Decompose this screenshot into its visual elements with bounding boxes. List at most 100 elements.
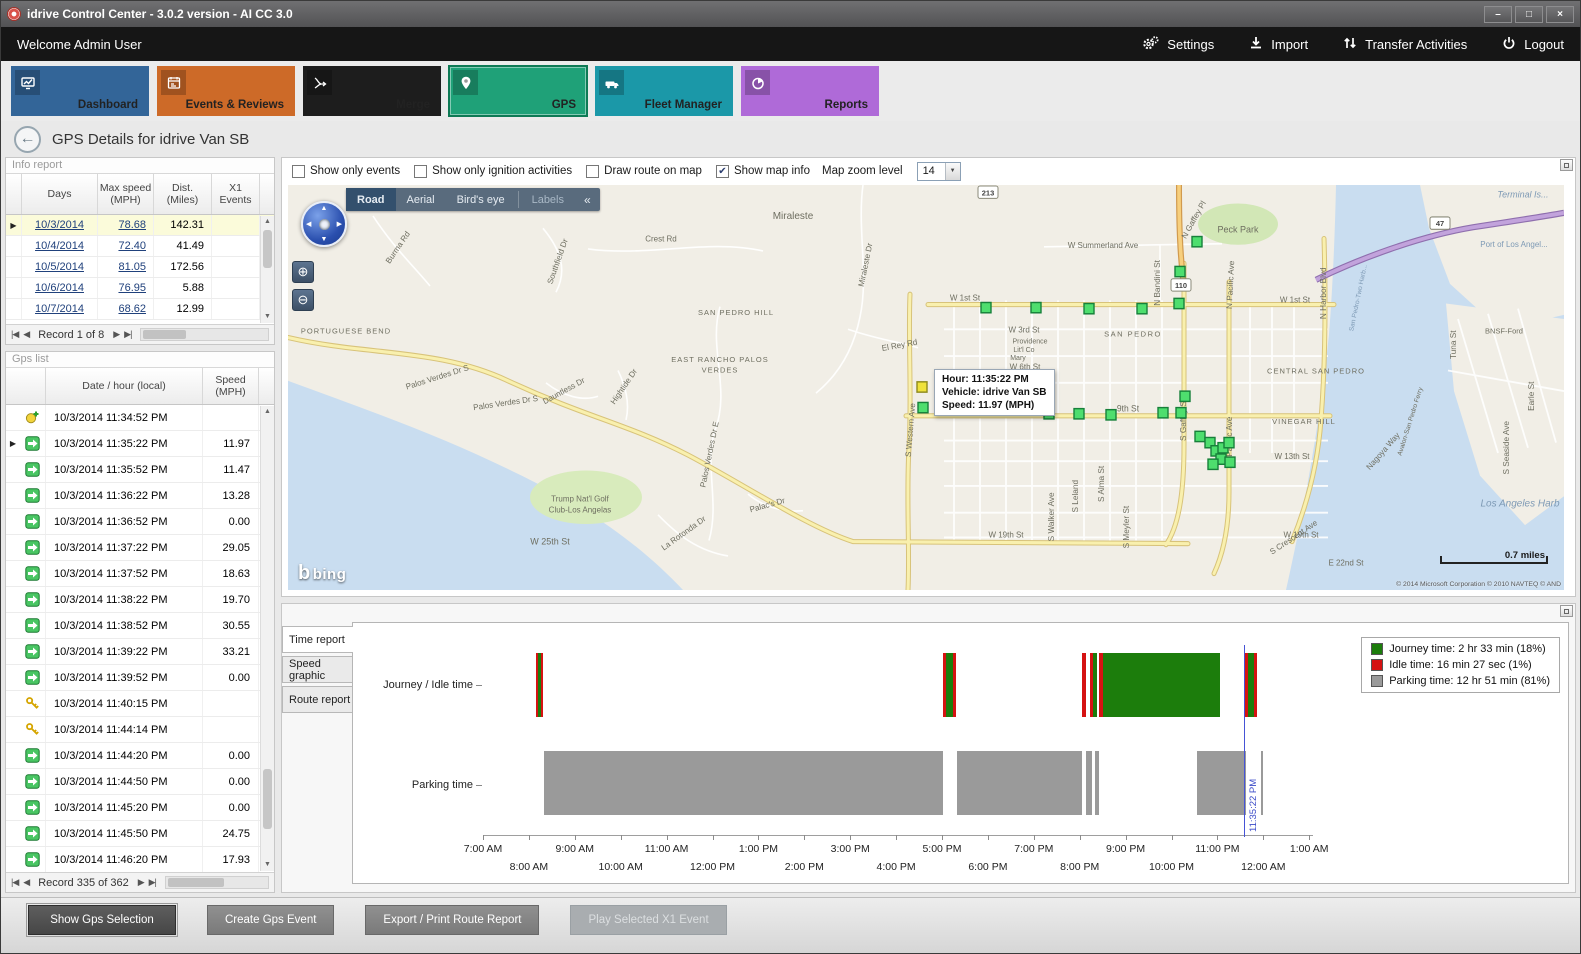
gps-list-scrollbar[interactable]: ▲ ▼: [260, 406, 274, 871]
gps-list-row[interactable]: 10/3/2014 11:37:22 PM29.05: [6, 535, 274, 561]
gps-list-row[interactable]: 10/3/2014 11:36:22 PM13.28: [6, 483, 274, 509]
settings-button[interactable]: Settings: [1142, 35, 1214, 54]
chart-tab-time-report[interactable]: Time report: [282, 626, 353, 653]
pan-down-icon[interactable]: ▼: [321, 236, 328, 243]
collapse-chart-panel-button[interactable]: [1560, 605, 1573, 617]
gps-marker[interactable]: [1084, 304, 1094, 314]
close-button[interactable]: ×: [1546, 6, 1574, 23]
gps-marker[interactable]: [1174, 298, 1184, 308]
info-report-row[interactable]: 10/5/201481.05172.56: [6, 257, 274, 278]
minimize-button[interactable]: –: [1484, 6, 1512, 23]
info-report-row[interactable]: ▶10/3/201478.68142.31: [6, 215, 274, 236]
gps-marker[interactable]: [918, 402, 928, 412]
maximize-button[interactable]: □: [1515, 6, 1543, 23]
gps-marker[interactable]: [1195, 431, 1205, 441]
map-zoom-out-button[interactable]: ⊖: [292, 289, 314, 311]
import-button[interactable]: Import: [1248, 35, 1308, 54]
first-record-button[interactable]: |◀: [11, 329, 18, 340]
last-record-button[interactable]: ▶|: [124, 329, 131, 340]
back-button[interactable]: ←: [14, 126, 41, 153]
gps-marker[interactable]: [1225, 457, 1235, 467]
info-report-row[interactable]: 10/6/201476.955.88: [6, 278, 274, 299]
gps-marker[interactable]: [1074, 409, 1084, 419]
info-report-scrollbar[interactable]: ▲ ▼: [260, 216, 274, 323]
next-record-button[interactable]: ▶: [113, 329, 119, 340]
pan-right-icon[interactable]: ▶: [337, 220, 342, 228]
map-tab-birds-eye[interactable]: Bird's eye: [446, 188, 516, 211]
compass-center[interactable]: [319, 219, 330, 230]
info-horizontal-scrollbar[interactable]: [140, 328, 269, 341]
column-x1-events[interactable]: X1 Events: [212, 174, 260, 214]
map-compass-control[interactable]: ▲ ▼ ◀ ▶: [301, 201, 347, 247]
gps-list-row[interactable]: 10/3/2014 11:35:52 PM11.47: [6, 457, 274, 483]
map-zoom-dropdown[interactable]: 14 ▼: [917, 162, 961, 181]
column-days[interactable]: Days: [22, 174, 98, 214]
show-gps-selection-button[interactable]: Show Gps Selection: [28, 905, 176, 935]
gps-list-row[interactable]: 10/3/2014 11:38:52 PM30.55: [6, 613, 274, 639]
tab-merge[interactable]: Merge: [303, 66, 441, 116]
gps-list-row[interactable]: ▶10/3/2014 11:35:22 PM11.97: [6, 431, 274, 457]
checkbox-show-only-ignition-activities[interactable]: Show only ignition activities: [414, 165, 572, 178]
tab-events-reviews[interactable]: Events & Reviews: [157, 66, 295, 116]
checkbox-icon[interactable]: [414, 165, 427, 178]
play-selected-x1-event-button[interactable]: Play Selected X1 Event: [570, 905, 726, 935]
gps-marker[interactable]: [981, 302, 991, 312]
column-distance[interactable]: Dist.(Miles): [154, 174, 212, 214]
gps-list-row[interactable]: 10/3/2014 11:44:50 PM0.00: [6, 769, 274, 795]
next-record-button[interactable]: ▶: [138, 877, 144, 888]
scroll-down-icon[interactable]: ▼: [261, 311, 274, 323]
gps-list-row[interactable]: 10/3/2014 11:34:52 PM: [6, 405, 274, 431]
selected-gps-marker[interactable]: [917, 382, 927, 392]
chevron-down-icon[interactable]: ▼: [945, 163, 960, 180]
gps-list-row[interactable]: 10/3/2014 11:45:50 PM24.75: [6, 821, 274, 847]
prev-record-button[interactable]: ◀: [23, 877, 29, 888]
export-print-route-report-button[interactable]: Export / Print Route Report: [365, 905, 539, 935]
gps-marker[interactable]: [1224, 437, 1234, 447]
column-date-hour[interactable]: Date / hour (local): [46, 368, 203, 404]
prev-record-button[interactable]: ◀: [23, 329, 29, 340]
tab-gps[interactable]: GPS: [449, 66, 587, 116]
tab-dashboard[interactable]: Dashboard: [11, 66, 149, 116]
column-speed[interactable]: Speed(MPH): [203, 368, 259, 404]
collapse-map-panel-button[interactable]: [1560, 159, 1573, 171]
checkbox-icon[interactable]: [586, 165, 599, 178]
info-report-row[interactable]: 10/7/201468.6212.99: [6, 299, 274, 320]
gps-list-row[interactable]: 10/3/2014 11:38:22 PM19.70: [6, 587, 274, 613]
gps-marker[interactable]: [1192, 237, 1202, 247]
gps-marker[interactable]: [1180, 391, 1190, 401]
map-tab-aerial[interactable]: Aerial: [396, 188, 446, 211]
gps-list-row[interactable]: 10/3/2014 11:39:22 PM33.21: [6, 639, 274, 665]
map-tab-labels[interactable]: Labels: [521, 188, 575, 211]
gps-list-row[interactable]: 10/3/2014 11:44:20 PM0.00: [6, 743, 274, 769]
map-tabs-collapse-icon[interactable]: «: [575, 188, 600, 211]
last-record-button[interactable]: ▶|: [149, 877, 156, 888]
checkbox-icon[interactable]: ✔: [716, 165, 729, 178]
gps-horizontal-scrollbar[interactable]: [165, 876, 269, 889]
checkbox-icon[interactable]: [292, 165, 305, 178]
gps-marker[interactable]: [1106, 410, 1116, 420]
scroll-down-icon[interactable]: ▼: [261, 859, 274, 871]
checkbox-show-map-info[interactable]: ✔Show map info: [716, 165, 810, 178]
gps-list-row[interactable]: 10/3/2014 11:46:20 PM17.93: [6, 847, 274, 872]
pan-left-icon[interactable]: ◀: [306, 220, 311, 228]
column-max-speed[interactable]: Max speed(MPH): [98, 174, 154, 214]
map-area[interactable]: 21311047 MiralestePeck ParkW Summerland …: [288, 185, 1564, 590]
tab-fleet-manager[interactable]: Fleet Manager: [595, 66, 733, 116]
checkbox-draw-route-on-map[interactable]: Draw route on map: [586, 165, 702, 178]
gps-list-row[interactable]: 10/3/2014 11:36:52 PM0.00: [6, 509, 274, 535]
titlebar[interactable]: idrive Control Center - 3.0.2 version - …: [1, 1, 1580, 27]
gps-list-row[interactable]: 10/3/2014 11:40:15 PM: [6, 691, 274, 717]
gps-marker[interactable]: [1137, 304, 1147, 314]
transfer-activities-button[interactable]: Transfer Activities: [1342, 35, 1467, 54]
info-report-row[interactable]: 10/4/201472.4041.49: [6, 236, 274, 257]
create-gps-event-button[interactable]: Create Gps Event: [207, 905, 334, 935]
gps-list-row[interactable]: 10/3/2014 11:45:20 PM0.00: [6, 795, 274, 821]
checkbox-show-only-events[interactable]: Show only events: [292, 165, 400, 178]
chart-tab-speed-graphic[interactable]: Speed graphic: [282, 656, 352, 683]
gps-marker[interactable]: [1031, 302, 1041, 312]
logout-button[interactable]: Logout: [1501, 35, 1564, 54]
gps-list-row[interactable]: 10/3/2014 11:37:52 PM18.63: [6, 561, 274, 587]
tab-reports[interactable]: Reports: [741, 66, 879, 116]
gps-marker[interactable]: [1175, 266, 1185, 276]
map-tab-road[interactable]: Road: [346, 188, 396, 211]
